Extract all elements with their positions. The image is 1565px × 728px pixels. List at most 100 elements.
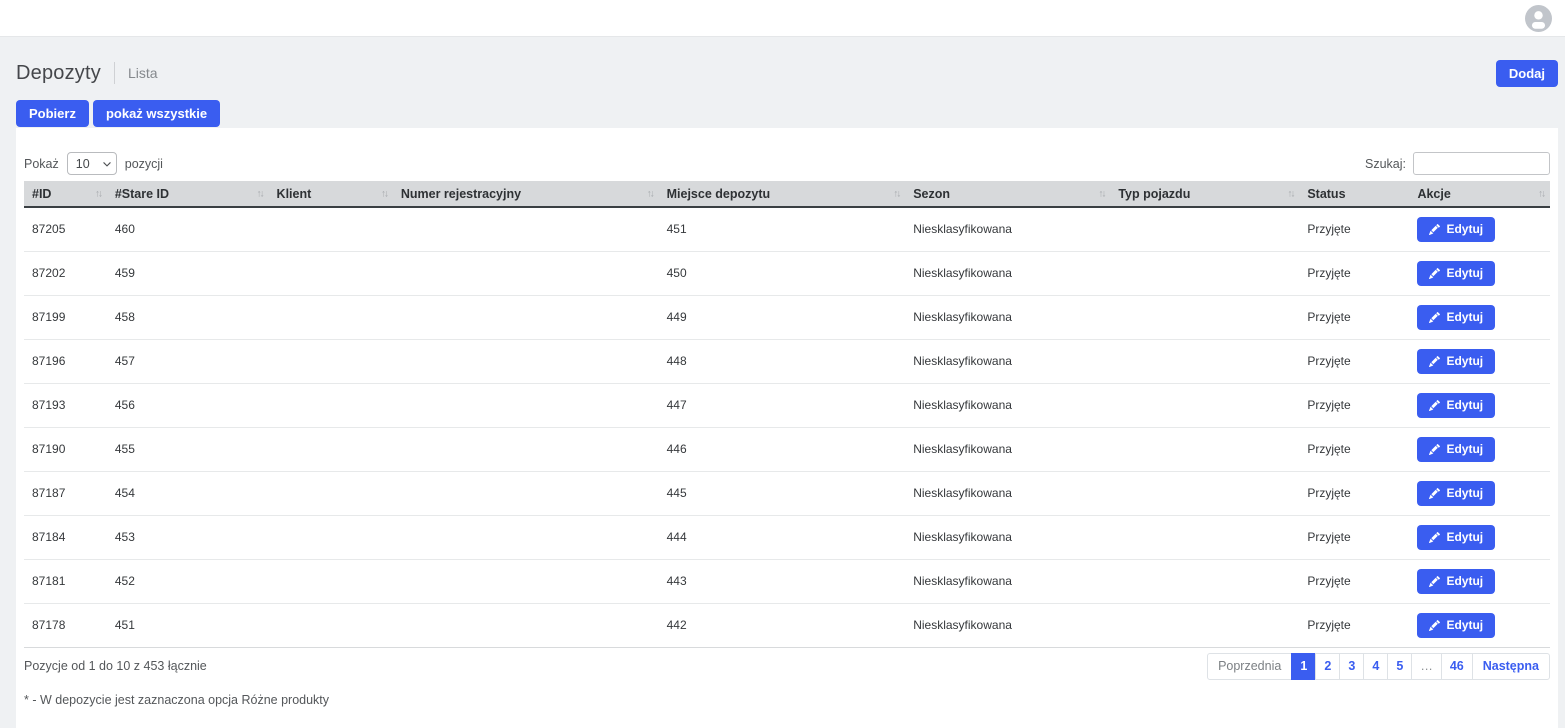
edit-button[interactable]: Edytuj bbox=[1417, 569, 1495, 594]
pagination-page-3[interactable]: 3 bbox=[1339, 653, 1364, 680]
pencil-icon bbox=[1429, 268, 1440, 279]
add-button[interactable]: Dodaj bbox=[1496, 60, 1558, 87]
pagination-previous[interactable]: Poprzednia bbox=[1207, 653, 1292, 680]
cell-stare_id: 459 bbox=[107, 251, 269, 295]
column-label: #Stare ID bbox=[115, 187, 169, 201]
search-input[interactable] bbox=[1413, 152, 1550, 175]
column-header-klient[interactable]: Klient↑↓ bbox=[269, 181, 393, 207]
cell-id: 87181 bbox=[24, 559, 107, 603]
column-label: #ID bbox=[32, 187, 51, 201]
table-row: 87205460451NiesklasyfikowanaPrzyjęteEdyt… bbox=[24, 207, 1550, 251]
column-header-typ_pojazdu[interactable]: Typ pojazdu ↑↓ bbox=[1110, 181, 1299, 207]
cell-akcje: Edytuj bbox=[1409, 515, 1550, 559]
cell-stare_id: 458 bbox=[107, 295, 269, 339]
edit-button[interactable]: Edytuj bbox=[1417, 525, 1495, 550]
edit-button[interactable]: Edytuj bbox=[1417, 437, 1495, 462]
cell-miejsce_depozytu: 444 bbox=[659, 515, 906, 559]
pagination: Poprzednia12345…46Następna bbox=[1207, 653, 1550, 680]
column-header-miejsce_depozytu[interactable]: Miejsce depozytu↑↓ bbox=[659, 181, 906, 207]
column-label: Sezon bbox=[913, 187, 950, 201]
cell-id: 87202 bbox=[24, 251, 107, 295]
edit-button[interactable]: Edytuj bbox=[1417, 305, 1495, 330]
cell-typ_pojazdu bbox=[1110, 207, 1299, 251]
cell-id: 87187 bbox=[24, 471, 107, 515]
pagination-page-5[interactable]: 5 bbox=[1387, 653, 1412, 680]
cell-stare_id: 453 bbox=[107, 515, 269, 559]
user-avatar-icon[interactable] bbox=[1525, 5, 1552, 32]
edit-button[interactable]: Edytuj bbox=[1417, 393, 1495, 418]
cell-numer_rejestracyjny bbox=[393, 427, 659, 471]
edit-button-label: Edytuj bbox=[1446, 399, 1483, 411]
page-title: Depozyty bbox=[16, 62, 101, 85]
cell-id: 87193 bbox=[24, 383, 107, 427]
pagination-page-2[interactable]: 2 bbox=[1315, 653, 1340, 680]
cell-sezon: Niesklasyfikowana bbox=[905, 515, 1110, 559]
cell-klient bbox=[269, 207, 393, 251]
title-divider bbox=[114, 62, 115, 84]
column-header-status: Status bbox=[1299, 181, 1409, 207]
cell-status: Przyjęte bbox=[1299, 559, 1409, 603]
edit-button[interactable]: Edytuj bbox=[1417, 481, 1495, 506]
pencil-icon bbox=[1429, 576, 1440, 587]
column-header-id[interactable]: #ID ↑↓ bbox=[24, 181, 107, 207]
edit-button[interactable]: Edytuj bbox=[1417, 217, 1495, 242]
cell-typ_pojazdu bbox=[1110, 471, 1299, 515]
edit-button[interactable]: Edytuj bbox=[1417, 613, 1495, 638]
cell-numer_rejestracyjny bbox=[393, 603, 659, 647]
column-label: Numer rejestracyjny bbox=[401, 187, 521, 201]
cell-id: 87196 bbox=[24, 339, 107, 383]
cell-akcje: Edytuj bbox=[1409, 603, 1550, 647]
column-header-sezon[interactable]: Sezon↑↓ bbox=[905, 181, 1110, 207]
edit-button-label: Edytuj bbox=[1446, 223, 1483, 235]
column-header-stare_id[interactable]: #Stare ID ↑↓ bbox=[107, 181, 269, 207]
page-size-select[interactable]: 10 bbox=[67, 152, 117, 175]
pencil-icon bbox=[1429, 444, 1440, 455]
show-all-button[interactable]: pokaż wszystkie bbox=[93, 100, 220, 127]
pencil-icon bbox=[1429, 400, 1440, 411]
pagination-next[interactable]: Następna bbox=[1472, 653, 1550, 680]
pagination-page-1[interactable]: 1 bbox=[1291, 653, 1316, 680]
pagination-page-46[interactable]: 46 bbox=[1441, 653, 1473, 680]
deposits-card: Pokaż 10 pozycji Szukaj: #ID↑↓#Stare ID↑… bbox=[16, 128, 1558, 728]
sort-icon: ↑↓ bbox=[95, 188, 101, 199]
edit-button[interactable]: Edytuj bbox=[1417, 349, 1495, 374]
cell-miejsce_depozytu: 446 bbox=[659, 427, 906, 471]
table-row: 87199458449NiesklasyfikowanaPrzyjęteEdyt… bbox=[24, 295, 1550, 339]
cell-status: Przyjęte bbox=[1299, 251, 1409, 295]
pencil-icon bbox=[1429, 224, 1440, 235]
sort-icon: ↑↓ bbox=[893, 188, 899, 199]
pagination-page-4[interactable]: 4 bbox=[1363, 653, 1388, 680]
sort-icon: ↑↓ bbox=[257, 188, 263, 199]
action-row: Pobierz pokaż wszystkie bbox=[16, 100, 1558, 127]
cell-akcje: Edytuj bbox=[1409, 427, 1550, 471]
cell-id: 87199 bbox=[24, 295, 107, 339]
table-header-row: #ID↑↓#Stare ID↑↓Klient↑↓Numer rejestracy… bbox=[24, 181, 1550, 207]
cell-id: 87205 bbox=[24, 207, 107, 251]
cell-typ_pojazdu bbox=[1110, 251, 1299, 295]
cell-akcje: Edytuj bbox=[1409, 207, 1550, 251]
cell-sezon: Niesklasyfikowana bbox=[905, 207, 1110, 251]
cell-miejsce_depozytu: 447 bbox=[659, 383, 906, 427]
cell-klient bbox=[269, 383, 393, 427]
cell-stare_id: 451 bbox=[107, 603, 269, 647]
sort-icon: ↑↓ bbox=[1287, 188, 1293, 199]
cell-akcje: Edytuj bbox=[1409, 339, 1550, 383]
column-header-akcje[interactable]: Akcje↑↓ bbox=[1409, 181, 1550, 207]
edit-button[interactable]: Edytuj bbox=[1417, 261, 1495, 286]
cell-typ_pojazdu bbox=[1110, 559, 1299, 603]
pencil-icon bbox=[1429, 356, 1440, 367]
cell-sezon: Niesklasyfikowana bbox=[905, 339, 1110, 383]
column-label: Typ pojazdu bbox=[1118, 187, 1190, 201]
edit-button-label: Edytuj bbox=[1446, 443, 1483, 455]
download-button[interactable]: Pobierz bbox=[16, 100, 89, 127]
table-row: 87190455446NiesklasyfikowanaPrzyjęteEdyt… bbox=[24, 427, 1550, 471]
page-size-control: Pokaż 10 pozycji bbox=[24, 152, 163, 175]
edit-button-label: Edytuj bbox=[1446, 311, 1483, 323]
cell-miejsce_depozytu: 445 bbox=[659, 471, 906, 515]
edit-button-label: Edytuj bbox=[1446, 531, 1483, 543]
column-header-numer_rejestracyjny[interactable]: Numer rejestracyjny↑↓ bbox=[393, 181, 659, 207]
cell-klient bbox=[269, 559, 393, 603]
cell-stare_id: 460 bbox=[107, 207, 269, 251]
cell-status: Przyjęte bbox=[1299, 515, 1409, 559]
cell-typ_pojazdu bbox=[1110, 515, 1299, 559]
